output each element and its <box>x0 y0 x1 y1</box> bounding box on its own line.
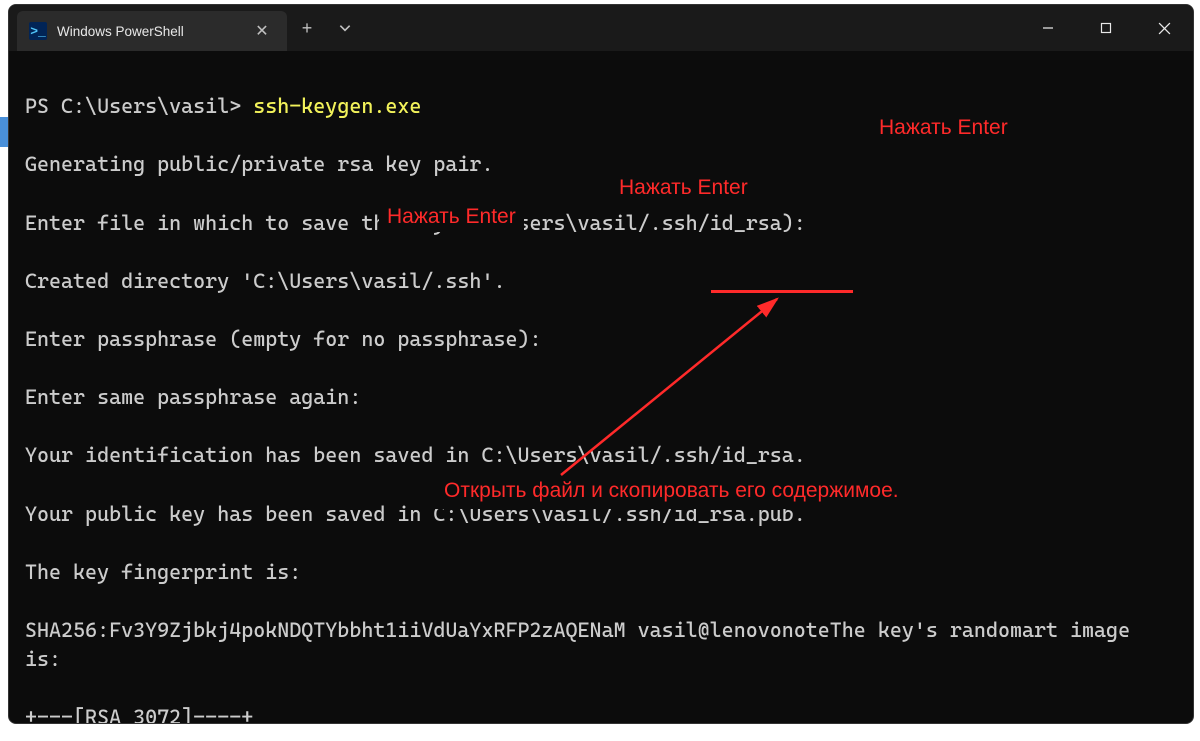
tab-dropdown-button[interactable] <box>327 5 363 51</box>
annotation-open-file: Открыть файл и скопировать его содержимо… <box>434 473 909 509</box>
terminal-line: Generating public/private rsa key pair. <box>25 150 1177 179</box>
tab-close-icon[interactable]: ✕ <box>251 20 273 42</box>
minimize-button[interactable] <box>1019 5 1077 51</box>
terminal-body[interactable]: PS C:\Users\vasil> ssh-keygen.exe Genera… <box>9 51 1193 724</box>
tab-powershell[interactable]: >_ Windows PowerShell ✕ <box>17 11 287 51</box>
terminal-line: Enter file in which to save the key (C:\… <box>25 209 1177 238</box>
terminal-window: >_ Windows PowerShell ✕ + <box>8 4 1194 724</box>
terminal-line: +---[RSA 3072]----+ <box>25 703 1177 724</box>
terminal-line: Enter passphrase (empty for no passphras… <box>25 325 1177 354</box>
annotation-enter-1: Нажать Enter <box>871 113 1016 143</box>
annotation-enter-2: Нажать Enter <box>611 173 756 203</box>
terminal-line: SHA256:Fv3Y9Zjbkj4pokNDQTYbbht1iiVdUaYxR… <box>25 616 1177 674</box>
maximize-icon <box>1100 22 1112 34</box>
titlebar[interactable]: >_ Windows PowerShell ✕ + <box>9 5 1193 51</box>
tabs-area: >_ Windows PowerShell ✕ + <box>9 5 363 51</box>
command: ssh-keygen.exe <box>253 94 421 118</box>
powershell-icon: >_ <box>29 22 47 40</box>
close-button[interactable] <box>1135 5 1193 51</box>
terminal-line: Enter same passphrase again: <box>25 383 1177 412</box>
chevron-down-icon <box>338 21 352 35</box>
annotation-enter-3: Нажать Enter <box>379 202 524 232</box>
window-controls <box>1019 5 1193 51</box>
new-tab-button[interactable]: + <box>287 5 327 51</box>
terminal-line: Your identification has been saved in C:… <box>25 441 1177 470</box>
minimize-icon <box>1042 22 1054 34</box>
tab-label: Windows PowerShell <box>57 24 239 39</box>
left-decorative-strip <box>0 117 8 147</box>
annotation-underline <box>711 290 853 293</box>
prompt: PS C:\Users\vasil> <box>25 94 241 118</box>
close-icon <box>1158 22 1171 35</box>
maximize-button[interactable] <box>1077 5 1135 51</box>
terminal-line: The key fingerprint is: <box>25 558 1177 587</box>
terminal-line: Created directory 'C:\Users\vasil/.ssh'. <box>25 267 1177 296</box>
